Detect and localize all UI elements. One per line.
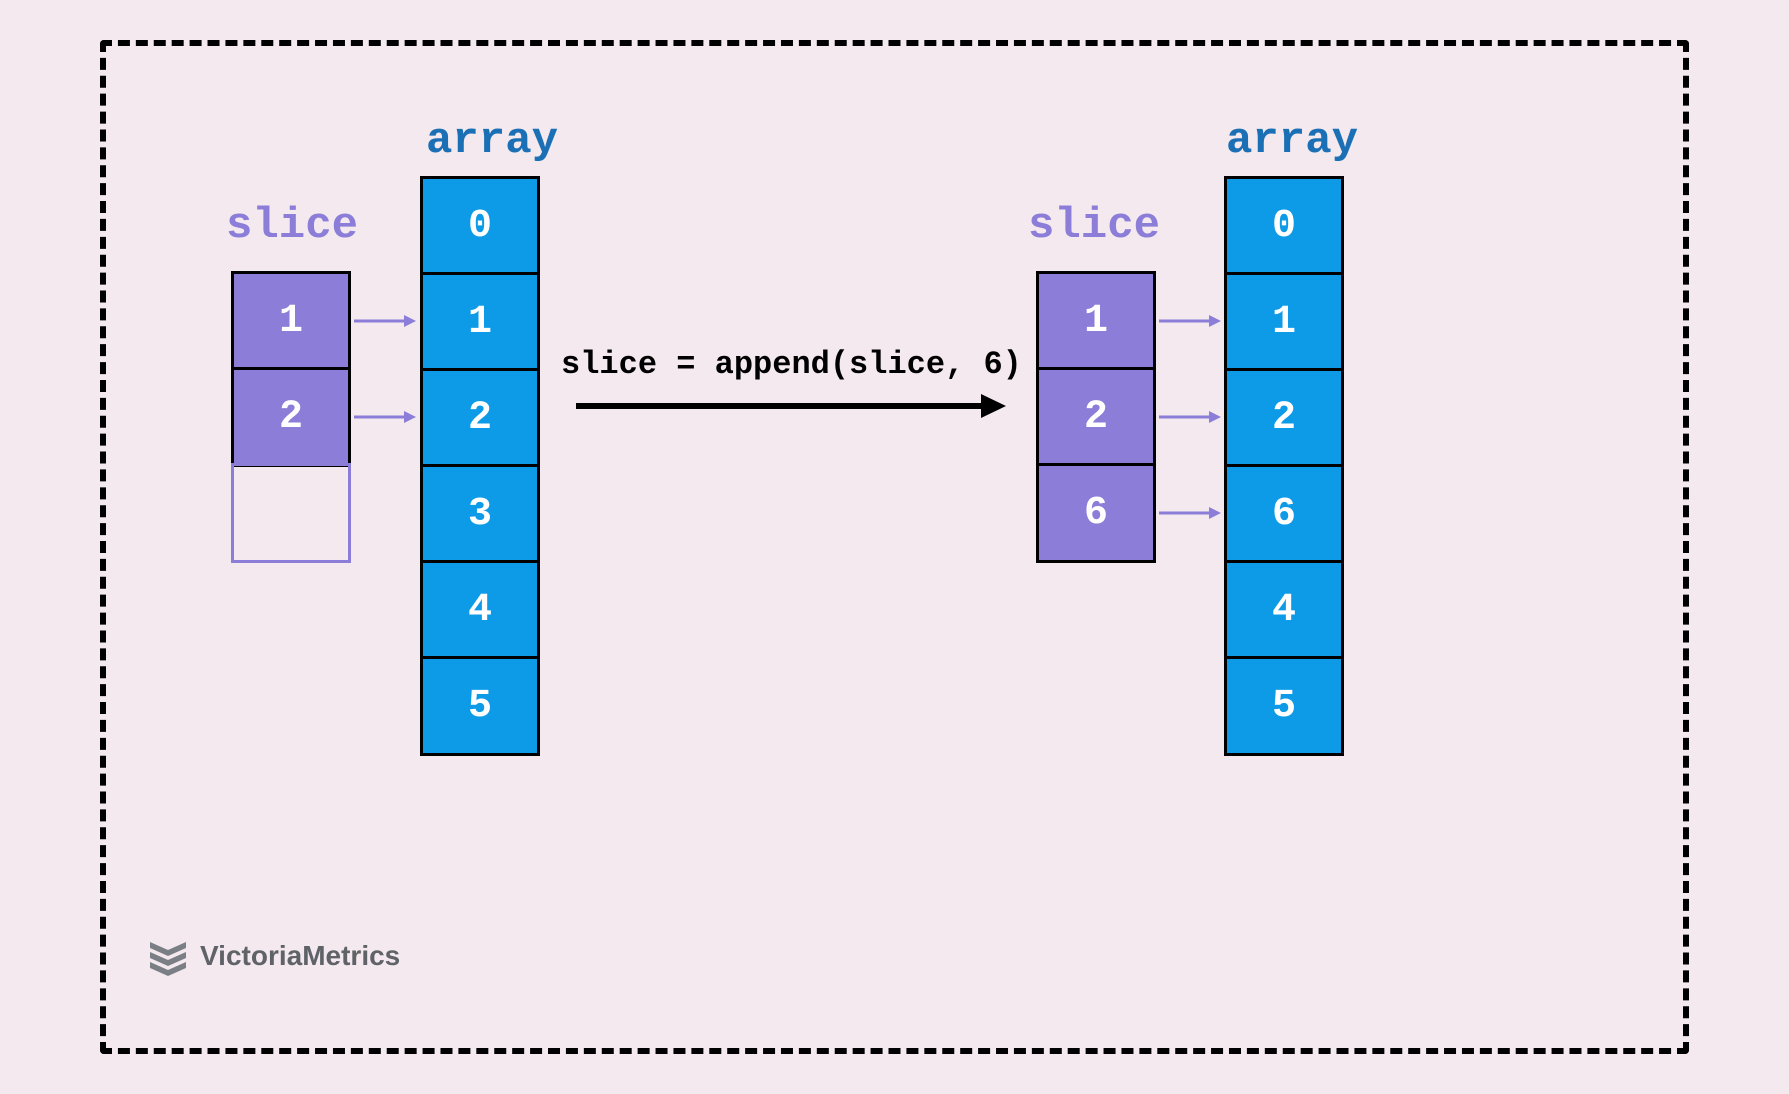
logo-icon: [146, 934, 190, 978]
array-right-5: 5: [1224, 656, 1344, 756]
array-left-1: 1: [420, 272, 540, 372]
array-left-2: 2: [420, 368, 540, 468]
diagram-canvas: slice array 1 2 0 1 2 3 4 5 slice = appe…: [106, 46, 1683, 1048]
arrow-icon: [1159, 408, 1221, 426]
array-right-0: 0: [1224, 176, 1344, 276]
arrow-icon: [354, 312, 416, 330]
logo: VictoriaMetrics: [146, 934, 400, 978]
slice-right-1: 2: [1036, 367, 1156, 467]
array-right-4: 4: [1224, 560, 1344, 660]
array-left-3: 3: [420, 464, 540, 564]
array-left-0: 0: [420, 176, 540, 276]
arrow-icon: [1159, 312, 1221, 330]
code-expression: slice = append(slice, 6): [561, 346, 1022, 383]
slice-left-0: 1: [231, 271, 351, 371]
array-label-left: array: [426, 116, 558, 166]
slice-right-2: 6: [1036, 463, 1156, 563]
slice-left-empty: [231, 463, 351, 563]
logo-text: VictoriaMetrics: [200, 940, 400, 972]
array-left-4: 4: [420, 560, 540, 660]
slice-right-0: 1: [1036, 271, 1156, 371]
array-right-2: 2: [1224, 368, 1344, 468]
arrow-icon: [576, 391, 1006, 421]
array-right-3: 6: [1224, 464, 1344, 564]
array-left-5: 5: [420, 656, 540, 756]
dashed-frame: slice array 1 2 0 1 2 3 4 5 slice = appe…: [100, 40, 1689, 1054]
slice-left-1: 2: [231, 367, 351, 467]
slice-label-left: slice: [226, 201, 358, 251]
array-label-right: array: [1226, 116, 1358, 166]
slice-label-right: slice: [1028, 201, 1160, 251]
arrow-icon: [354, 408, 416, 426]
arrow-icon: [1159, 504, 1221, 522]
array-right-1: 1: [1224, 272, 1344, 372]
